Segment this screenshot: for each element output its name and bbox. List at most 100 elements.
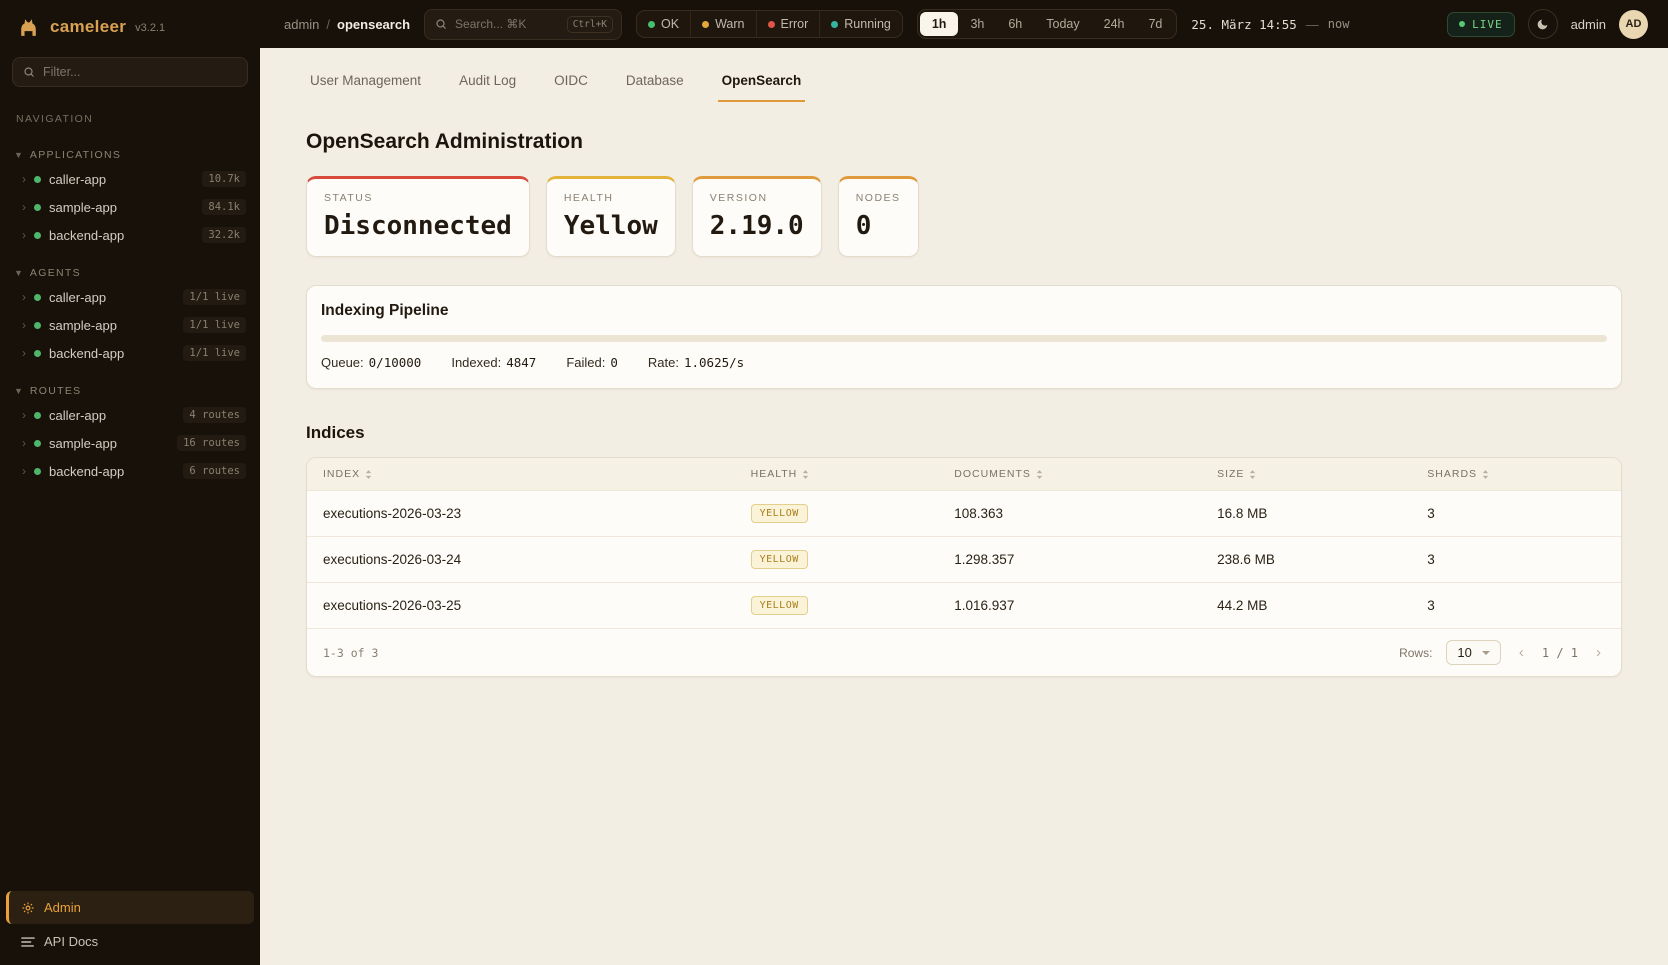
sidebar-item-admin[interactable]: Admin xyxy=(6,891,254,924)
health-badge: YELLOW xyxy=(751,504,808,523)
sidebar-item-label: backend-app xyxy=(49,346,175,361)
cell-size: 16.8 MB xyxy=(1207,491,1417,537)
stat-label: HEALTH xyxy=(564,192,658,204)
sidebar-item-label: caller-app xyxy=(49,290,175,305)
cell-shards: 3 xyxy=(1417,583,1621,629)
prev-page-button[interactable]: ‹ xyxy=(1515,644,1528,661)
sidebar-item-sample-app[interactable]: › sample-app 84.1k xyxy=(0,193,260,221)
column-header-shards[interactable]: SHARDS xyxy=(1417,458,1621,491)
cell-documents: 108.363 xyxy=(944,491,1207,537)
status-dot-icon xyxy=(34,350,41,357)
sidebar-item-label: backend-app xyxy=(49,228,194,243)
filter-ok[interactable]: OK xyxy=(637,11,690,37)
column-header-documents[interactable]: DOCUMENTS xyxy=(944,458,1207,491)
sidebar-item-badge: 32.2k xyxy=(202,227,246,243)
section-header-agents[interactable]: ▼ AGENTS xyxy=(0,263,260,283)
cell-shards: 3 xyxy=(1417,537,1621,583)
column-header-index[interactable]: INDEX xyxy=(307,458,741,491)
next-page-button[interactable]: › xyxy=(1592,644,1605,661)
health-badge: YELLOW xyxy=(751,596,808,615)
status-dot-icon xyxy=(34,468,41,475)
sidebar-item-caller-app-agent[interactable]: › caller-app 1/1 live xyxy=(0,283,260,311)
warn-dot-icon xyxy=(702,21,709,28)
row-range-label: 1-3 of 3 xyxy=(323,646,378,660)
stat-value: 0/10000 xyxy=(369,355,422,370)
status-dot-icon xyxy=(34,412,41,419)
stat-value: 4847 xyxy=(506,355,536,370)
column-label: DOCUMENTS xyxy=(954,468,1031,480)
top-bar-right: LIVE admin AD xyxy=(1447,9,1648,39)
app-root: cameleer v3.2.1 NAVIGATION ▼ APPLICATION… xyxy=(0,0,1668,965)
running-dot-icon xyxy=(831,21,838,28)
rows-per-page-value: 10 xyxy=(1457,645,1471,660)
theme-toggle[interactable] xyxy=(1528,9,1558,39)
column-label: HEALTH xyxy=(751,468,798,480)
sidebar-item-label: caller-app xyxy=(49,408,175,423)
live-toggle[interactable]: LIVE xyxy=(1447,12,1515,37)
sidebar-item-backend-app-agent[interactable]: › backend-app 1/1 live xyxy=(0,339,260,367)
sort-icon xyxy=(1036,469,1043,480)
time-range-3h[interactable]: 3h xyxy=(958,12,996,36)
section-header-routes[interactable]: ▼ ROUTES xyxy=(0,381,260,401)
filter-warn[interactable]: Warn xyxy=(690,11,755,37)
sidebar-item-sample-app-agent[interactable]: › sample-app 1/1 live xyxy=(0,311,260,339)
breadcrumb-parent[interactable]: admin xyxy=(284,17,319,32)
rows-per-page-label: Rows: xyxy=(1399,646,1432,660)
sidebar-item-backend-app-routes[interactable]: › backend-app 6 routes xyxy=(0,457,260,485)
sort-icon xyxy=(1482,469,1489,480)
avatar[interactable]: AD xyxy=(1619,10,1648,39)
breadcrumb-separator: / xyxy=(326,17,330,32)
chevron-right-icon: › xyxy=(22,465,26,477)
table-row: executions-2026-03-23 YELLOW 108.363 16.… xyxy=(307,491,1621,537)
cell-health: YELLOW xyxy=(741,537,945,583)
filter-input[interactable] xyxy=(43,65,237,79)
sidebar-item-api-docs[interactable]: API Docs xyxy=(6,924,254,951)
global-search[interactable]: Ctrl+K xyxy=(424,9,622,40)
filter-label: OK xyxy=(661,17,679,31)
table-header-row: INDEX HEALTH DOCUMENTS xyxy=(307,458,1621,491)
tab-opensearch[interactable]: OpenSearch xyxy=(718,60,806,102)
sidebar-item-sample-app-routes[interactable]: › sample-app 16 routes xyxy=(0,429,260,457)
search-icon xyxy=(23,66,35,78)
rows-per-page-select[interactable]: 10 xyxy=(1446,640,1500,665)
column-header-size[interactable]: SIZE xyxy=(1207,458,1417,491)
cell-documents: 1.298.357 xyxy=(944,537,1207,583)
tab-user-management[interactable]: User Management xyxy=(306,60,425,102)
cell-index: executions-2026-03-23 xyxy=(307,491,741,537)
stat-value: 1.0625/s xyxy=(684,355,744,370)
table-row: executions-2026-03-24 YELLOW 1.298.357 2… xyxy=(307,537,1621,583)
chevron-down-icon: ▼ xyxy=(14,150,23,160)
tab-oidc[interactable]: OIDC xyxy=(550,60,592,102)
sidebar-item-backend-app[interactable]: › backend-app 32.2k xyxy=(0,221,260,249)
sidebar-section-applications: ▼ APPLICATIONS › caller-app 10.7k › samp… xyxy=(0,145,260,249)
column-header-health[interactable]: HEALTH xyxy=(741,458,945,491)
time-range-1h[interactable]: 1h xyxy=(920,12,959,36)
pipeline-stat-failed: Failed: 0 xyxy=(566,355,618,370)
sidebar-item-badge: 16 routes xyxy=(177,435,246,451)
time-range-7d[interactable]: 7d xyxy=(1136,12,1174,36)
breadcrumb: admin / opensearch xyxy=(284,17,410,32)
pipeline-progress-bar xyxy=(321,335,1607,342)
tab-audit-log[interactable]: Audit Log xyxy=(455,60,520,102)
date-range[interactable]: 25. März 14:55 — now xyxy=(1191,17,1349,32)
sidebar-item-badge: 10.7k xyxy=(202,171,246,187)
sidebar-item-caller-app-routes[interactable]: › caller-app 4 routes xyxy=(0,401,260,429)
sidebar-item-caller-app[interactable]: › caller-app 10.7k xyxy=(0,165,260,193)
search-input[interactable] xyxy=(455,17,559,31)
filter-label: Running xyxy=(844,17,891,31)
tab-database[interactable]: Database xyxy=(622,60,688,102)
stat-label: NODES xyxy=(856,192,901,204)
logo: cameleer v3.2.1 xyxy=(0,0,260,49)
time-range-24h[interactable]: 24h xyxy=(1092,12,1137,36)
breadcrumb-current[interactable]: opensearch xyxy=(337,17,410,32)
sidebar-filter[interactable] xyxy=(12,57,248,87)
sidebar-section-agents: ▼ AGENTS › caller-app 1/1 live › sample-… xyxy=(0,263,260,367)
section-header-applications[interactable]: ▼ APPLICATIONS xyxy=(0,145,260,165)
navigation-label: NAVIGATION xyxy=(16,113,244,125)
indices-table-card: INDEX HEALTH DOCUMENTS xyxy=(306,457,1622,677)
time-range-today[interactable]: Today xyxy=(1034,12,1091,36)
filter-error[interactable]: Error xyxy=(756,11,820,37)
sort-icon xyxy=(802,469,809,480)
time-range-6h[interactable]: 6h xyxy=(996,12,1034,36)
filter-running[interactable]: Running xyxy=(819,11,902,37)
